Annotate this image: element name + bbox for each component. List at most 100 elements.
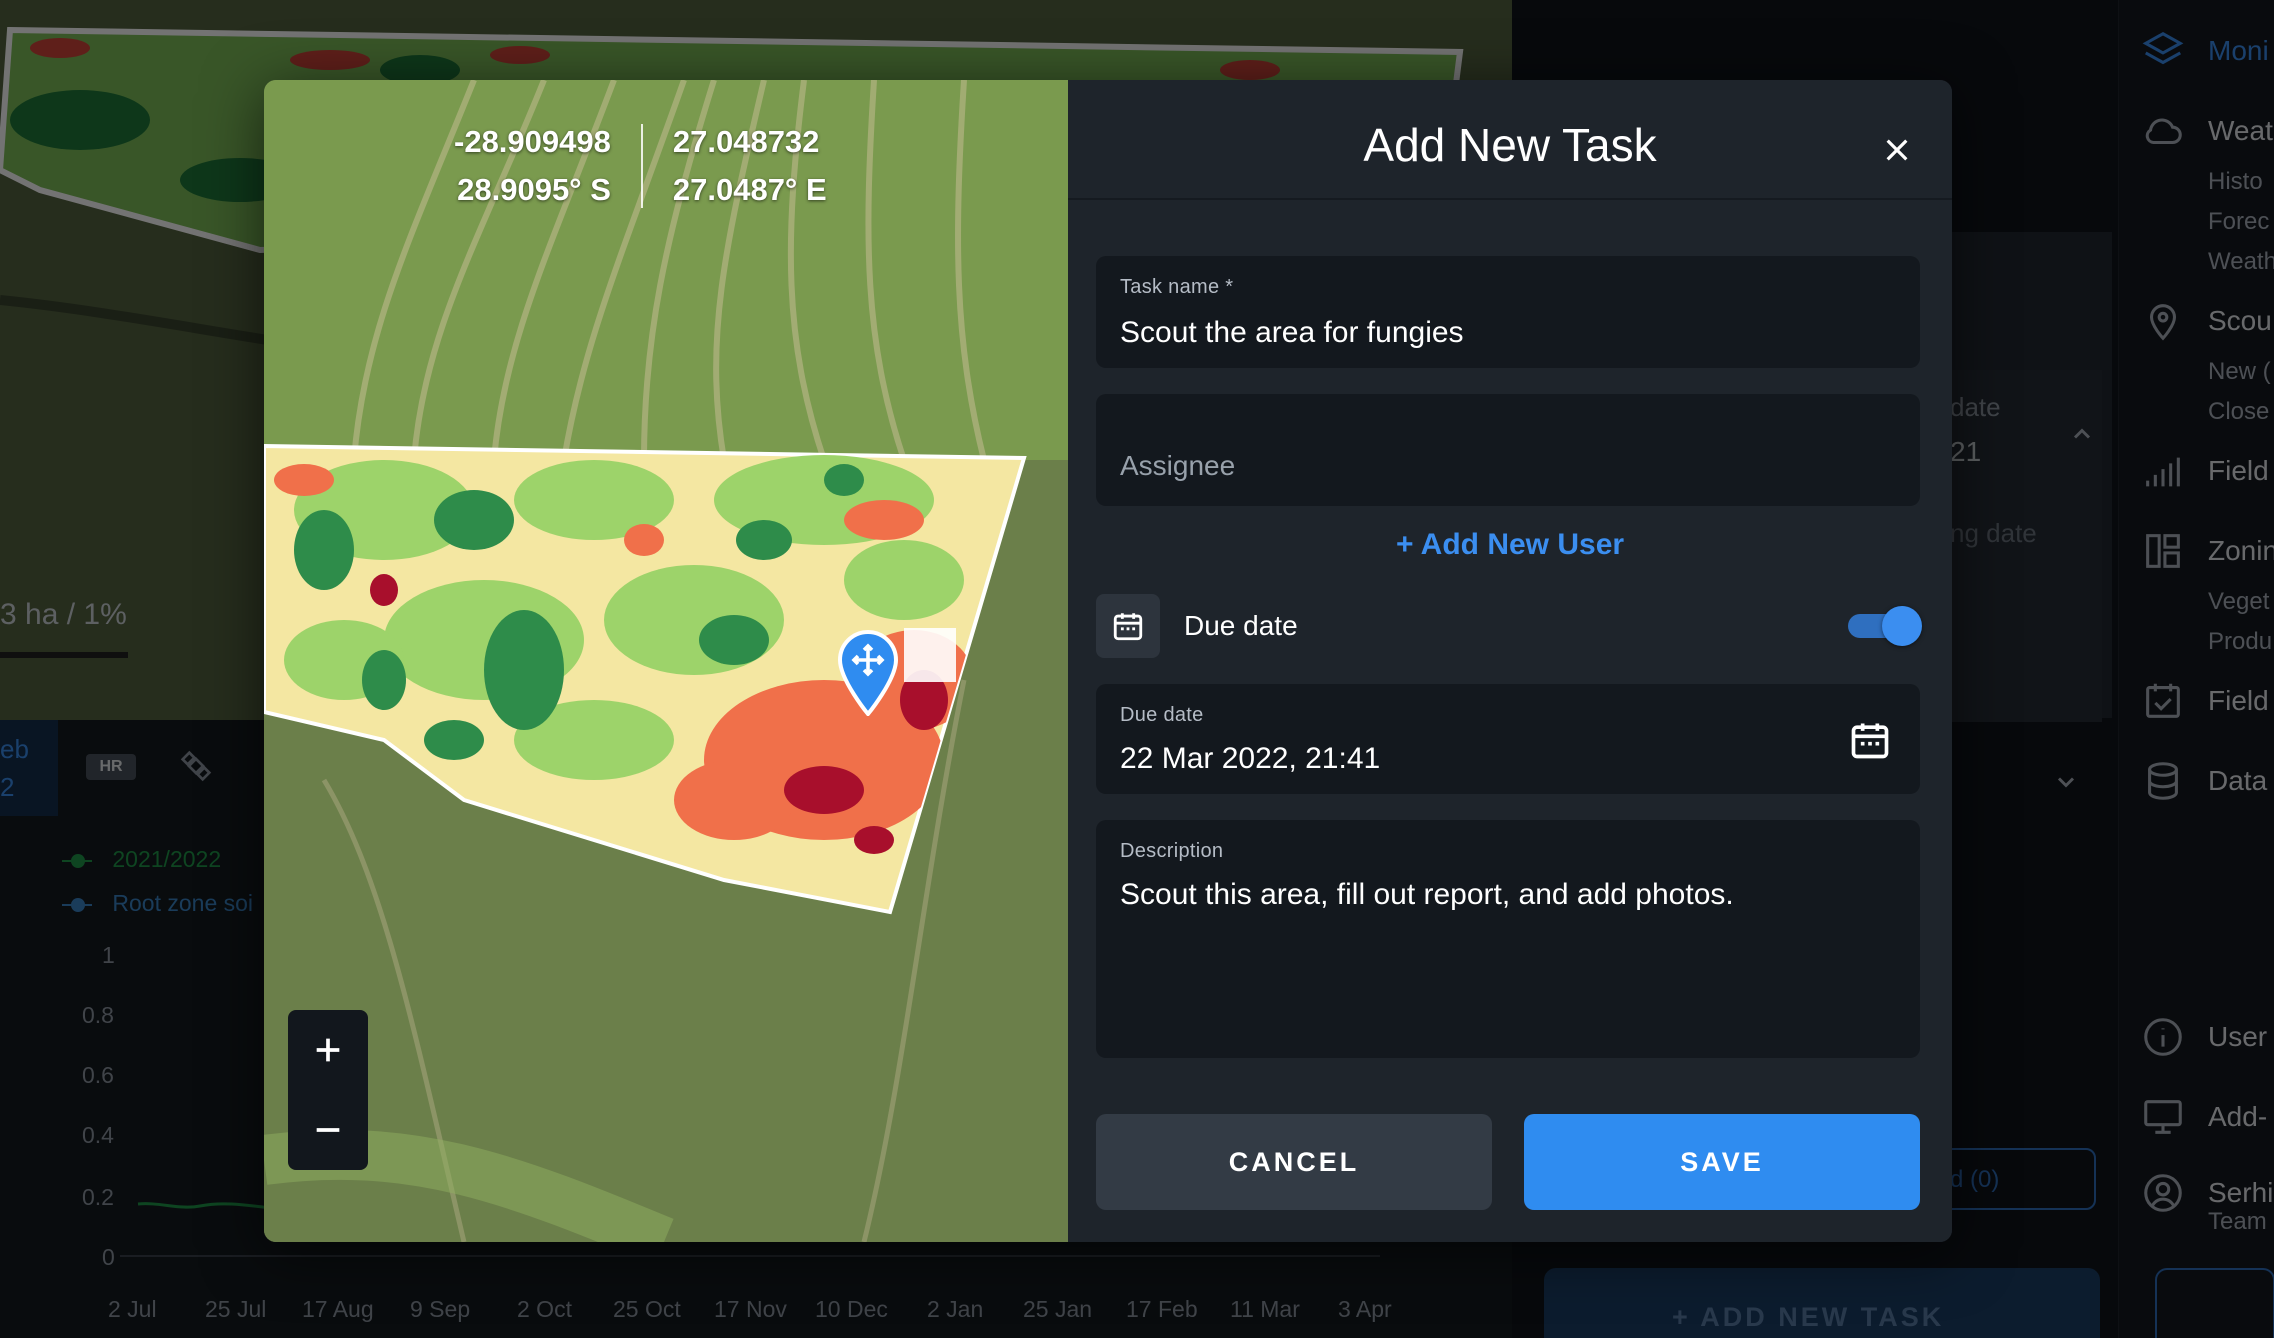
add-new-user-link[interactable]: + Add New User (1068, 528, 1952, 562)
sidebar-item-weather[interactable]: Weat (2140, 108, 2273, 154)
user-circle-icon (2144, 1174, 2182, 1212)
assignee-placeholder: Assignee (1120, 450, 1236, 481)
y-tick-0: 0 (102, 1244, 115, 1270)
plus-icon: + (1672, 1302, 1691, 1332)
y-tick-1: 1 (102, 942, 115, 968)
assignee-field[interactable]: Assignee (1096, 394, 1920, 506)
close-button[interactable] (1874, 128, 1920, 174)
chevron-down-icon[interactable] (2052, 768, 2080, 796)
x-date: 2 Jan (927, 1296, 984, 1322)
x-date: 10 Dec (815, 1296, 888, 1322)
due-date-label: Due date (1120, 704, 1204, 726)
due-date-field[interactable]: Due date 22 Mar 2022, 21:41 (1096, 684, 1920, 794)
x-date: 25 Oct (613, 1296, 681, 1322)
add-new-task-label: + ADD NEW TASK (1672, 1302, 1945, 1332)
x-date: 17 Feb (1126, 1296, 1198, 1322)
description-label: Description (1120, 840, 1224, 862)
zoom-in-button[interactable] (288, 1010, 368, 1090)
cancel-button[interactable]: CANCEL (1096, 1114, 1492, 1210)
x-date: 17 Nov (714, 1296, 787, 1322)
tasks-link-label: d (0) (1950, 1166, 2000, 1193)
dialog-title: Add New Task (1363, 119, 1657, 171)
legend-root-zone: Root zone soi (62, 890, 253, 917)
dialog-header: Add New Task (1068, 80, 1952, 200)
date-value: 21 (1950, 436, 1982, 467)
sidebar-item-field-2[interactable]: Field (2140, 678, 2269, 724)
tab-partial-2: 2 (0, 772, 15, 802)
calendar-picker-icon[interactable] (1848, 718, 1892, 762)
due-date-input[interactable]: 22 Mar 2022, 21:41 (1120, 742, 1380, 776)
minus-icon (316, 1128, 340, 1132)
y-tick-02: 0.2 (82, 1184, 114, 1210)
due-date-switch[interactable] (1848, 606, 1922, 646)
sidebar-item-data[interactable]: Data (2140, 758, 2267, 804)
area-stat: 3 ha / 1% (0, 598, 127, 631)
x-date: 17 Aug (302, 1296, 374, 1322)
sidebar-item-user[interactable]: User (2140, 1014, 2267, 1060)
chevron-up-icon[interactable] (2068, 420, 2096, 448)
description-field[interactable]: Description Scout this area, fill out re… (1096, 820, 1920, 1058)
cloud-icon (2145, 118, 2182, 145)
longitude-decimal: 27.048732 (672, 124, 820, 159)
x-date: 25 Jan (1023, 1296, 1093, 1322)
sidebar-sub-forecast[interactable]: Forec (2208, 208, 2269, 236)
task-name-label: Task name * (1120, 276, 1234, 298)
task-form: Add New Task Task name * Scout the area … (1068, 80, 1952, 1242)
tab-partial-1: eb (0, 734, 29, 764)
x-date: 25 Jul (205, 1296, 267, 1322)
sidebar-account-team: Team (2208, 1208, 2267, 1235)
database-icon (2148, 762, 2178, 800)
y-tick-08: 0.8 (82, 1002, 114, 1028)
x-date: 3 Apr (1338, 1296, 1392, 1322)
sidebar-item-scouting[interactable]: Scou (2140, 298, 2272, 344)
sidebar-sub-vegetation[interactable]: Veget (2208, 588, 2269, 616)
pin-icon (2149, 304, 2177, 341)
calendar-check-icon (2146, 683, 2180, 718)
x-date: 2 Jul (108, 1296, 157, 1322)
upload-button[interactable] (2155, 1268, 2274, 1338)
task-name-field[interactable]: Task name * Scout the area for fungies (1096, 256, 1920, 368)
add-task-dialog: -28.909498 28.9095° S 27.048732 27.0487°… (264, 80, 1952, 1242)
task-location-map[interactable]: -28.909498 28.9095° S 27.048732 27.0487°… (264, 80, 1068, 1242)
signal-bars-icon (2146, 457, 2180, 487)
task-name-input[interactable]: Scout the area for fungies (1120, 316, 1464, 350)
x-date: 2 Oct (517, 1296, 572, 1322)
sidebar-sub-productivity[interactable]: Produ (2208, 628, 2272, 656)
x-date: 11 Mar (1230, 1296, 1300, 1322)
monitor-star-icon (2144, 1100, 2182, 1134)
latitude-readout: -28.909498 28.9095° S (454, 118, 641, 214)
plus-icon (316, 1038, 340, 1062)
close-icon (1886, 139, 1908, 160)
switch-knob (1882, 606, 1922, 646)
move-marker-icon[interactable] (836, 628, 900, 716)
due-date-chip (1096, 594, 1160, 658)
info-icon (2144, 1018, 2182, 1056)
description-input[interactable]: Scout this area, fill out report, and ad… (1120, 878, 1734, 912)
sidebar-item-addons[interactable]: Add- (2140, 1094, 2267, 1140)
sidebar-item-monitoring[interactable]: Moni (2140, 28, 2269, 74)
zoom-out-button[interactable] (288, 1090, 368, 1170)
latitude-decimal: -28.909498 (454, 124, 611, 159)
longitude-dms: 27.0487° E (672, 172, 827, 207)
save-button[interactable]: SAVE (1524, 1114, 1920, 1210)
sidebar-sub-weather[interactable]: Weath (2208, 248, 2274, 276)
sidebar-sub-closed[interactable]: Close (2208, 398, 2269, 426)
x-date: 9 Sep (410, 1296, 471, 1322)
coordinates-readout: -28.909498 28.9095° S 27.048732 27.0487°… (454, 118, 827, 214)
longitude-readout: 27.048732 27.0487° E (643, 118, 827, 214)
hr-badge[interactable]: HR (86, 754, 136, 780)
satellite-icon[interactable] (176, 746, 216, 786)
date-label: date (1950, 392, 2001, 422)
calendar-icon (1113, 613, 1143, 641)
due-date-toggle-label: Due date (1184, 610, 1298, 641)
sidebar-sub-history[interactable]: Histo (2208, 168, 2263, 196)
due-date-toggle-row: Due date (1096, 594, 1922, 658)
sidebar-sub-new[interactable]: New ( (2208, 358, 2271, 386)
sidebar-item-zoning[interactable]: Zonin (2140, 528, 2274, 574)
layers-icon (2142, 31, 2184, 65)
sidebar-item-field-1[interactable]: Field (2140, 448, 2269, 494)
zoom-control (288, 1010, 368, 1170)
y-tick-06: 0.6 (82, 1062, 114, 1088)
legend-2021-2022: 2021/2022 (62, 846, 221, 873)
latitude-dms: 28.9095° S (457, 172, 611, 207)
